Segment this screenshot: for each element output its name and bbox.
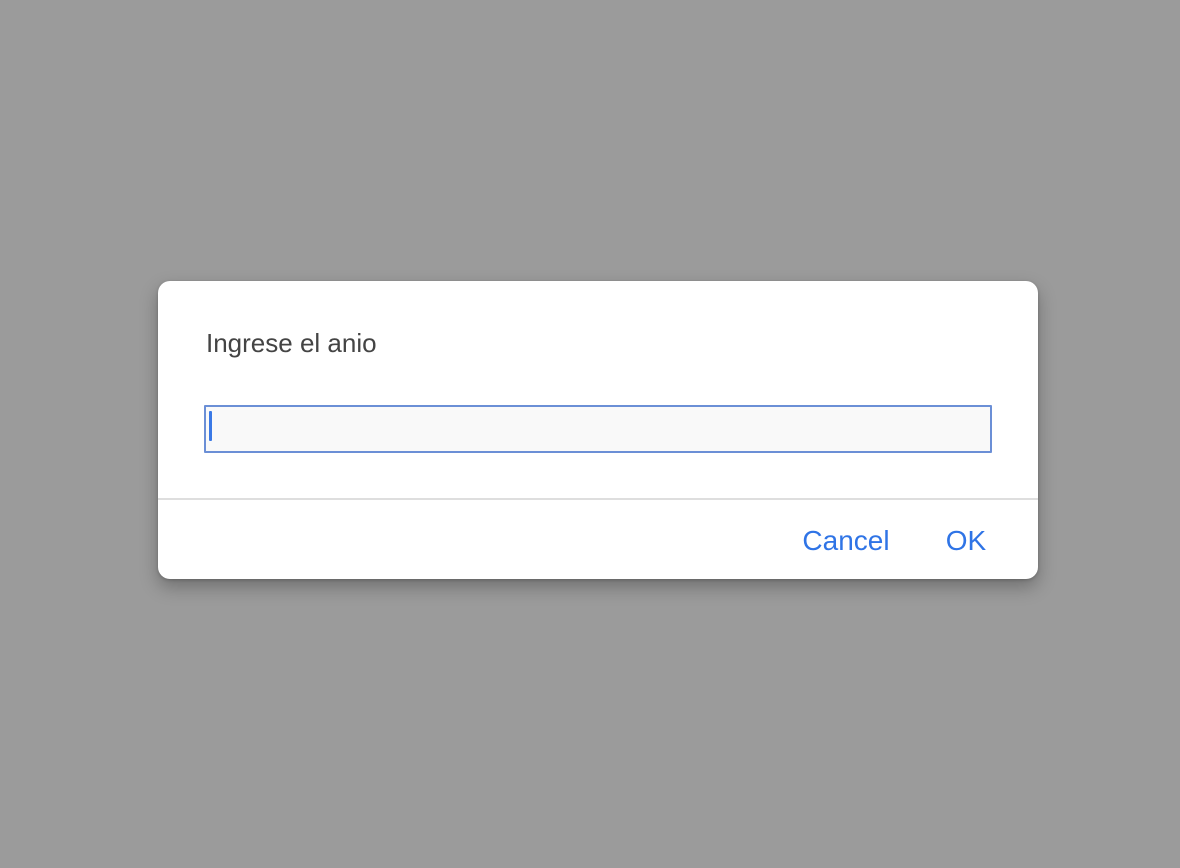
prompt-dialog: Ingrese el anio Cancel OK <box>158 281 1038 579</box>
cancel-button[interactable]: Cancel <box>798 525 894 557</box>
dialog-divider <box>158 498 1038 500</box>
ok-button[interactable]: OK <box>944 525 988 557</box>
text-caret <box>209 411 212 441</box>
dialog-message: Ingrese el anio <box>206 328 377 358</box>
year-input[interactable] <box>204 405 992 453</box>
